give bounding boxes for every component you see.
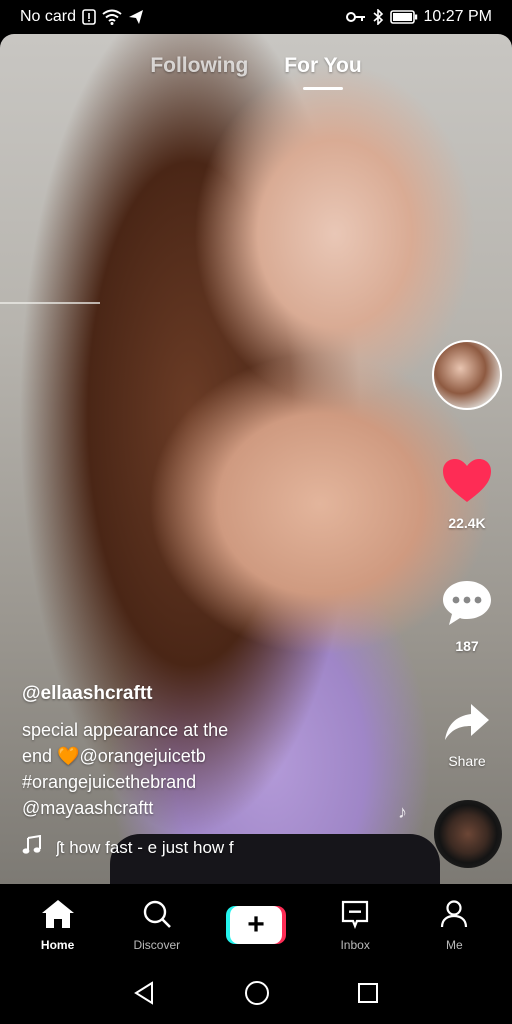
music-title: ʃt how fast - e just how f [56, 837, 234, 857]
share-button[interactable]: Share [443, 702, 491, 769]
comment-icon [441, 579, 493, 632]
caption-line-1: special appearance at the [22, 720, 229, 740]
music-note-icon [22, 834, 42, 860]
feed-tabs: Following For You [0, 54, 512, 78]
home-icon [41, 899, 75, 932]
search-icon [142, 899, 172, 932]
caption-line-2: end 🧡@orangejuicetb [22, 743, 322, 769]
sim-alert-icon [82, 9, 96, 25]
video-caption: @ellaashcraftt special appearance at the… [22, 683, 322, 860]
heart-icon [441, 458, 493, 509]
mention-orangejuicetb[interactable]: @orangejuicetb [79, 746, 205, 766]
caption-text: special appearance at the end 🧡@orangeju… [22, 717, 322, 821]
nav-me[interactable]: Me [409, 899, 499, 952]
key-icon [345, 11, 366, 23]
nav-me-label: Me [446, 937, 463, 952]
clock: 10:27 PM [423, 8, 492, 25]
comment-button[interactable]: 187 [441, 579, 493, 654]
action-rail: 22.4K 187 Share [432, 340, 502, 769]
caption-line-2-prefix: end [22, 746, 58, 766]
comment-count: 187 [455, 638, 479, 654]
nav-inbox-label: Inbox [340, 937, 370, 952]
nav-inbox[interactable]: Inbox [310, 899, 400, 952]
bottom-nav: Home Discover + Inbox Me [0, 884, 512, 966]
nav-home-label: Home [40, 937, 75, 952]
share-icon [443, 702, 491, 747]
status-bar: No card 10:27 PM [0, 0, 512, 34]
creator-avatar[interactable] [432, 340, 502, 410]
bluetooth-icon [372, 9, 384, 25]
tab-following[interactable]: Following [150, 54, 248, 78]
background-wall-trim [0, 302, 100, 304]
nav-discover-label: Discover [133, 937, 181, 952]
create-button[interactable]: + [225, 906, 286, 944]
inbox-icon [340, 899, 370, 932]
creator-username[interactable]: @ellaashcraftt [22, 683, 322, 705]
tab-for-you[interactable]: For You [284, 54, 361, 78]
share-label: Share [448, 753, 486, 769]
nav-home[interactable]: Home [13, 899, 103, 952]
music-disc-icon[interactable] [434, 800, 502, 868]
back-icon[interactable] [133, 980, 157, 1010]
floating-music-note-icon: ♪ [398, 802, 407, 822]
profile-icon [439, 899, 469, 932]
orange-heart-emoji: 🧡 [57, 746, 80, 766]
nav-create[interactable]: + [211, 906, 301, 944]
nav-discover[interactable]: Discover [112, 899, 202, 952]
like-button[interactable]: 22.4K [441, 458, 493, 531]
plus-icon: + [229, 906, 282, 944]
mention-mayaashcraftt[interactable]: @mayaashcraftt [22, 795, 322, 821]
wifi-icon [102, 9, 122, 25]
system-nav-bar [0, 966, 512, 1024]
recents-icon[interactable] [357, 982, 379, 1009]
send-icon [128, 9, 144, 25]
music-row[interactable]: ʃt how fast - e just how f [22, 834, 322, 860]
carrier-label: No card [20, 8, 77, 25]
battery-icon [389, 10, 418, 24]
home-circle-icon[interactable] [244, 980, 270, 1011]
hashtag-orangejuicethebrand[interactable]: #orangejuicethebrand [22, 769, 322, 795]
like-count: 22.4K [448, 515, 486, 531]
